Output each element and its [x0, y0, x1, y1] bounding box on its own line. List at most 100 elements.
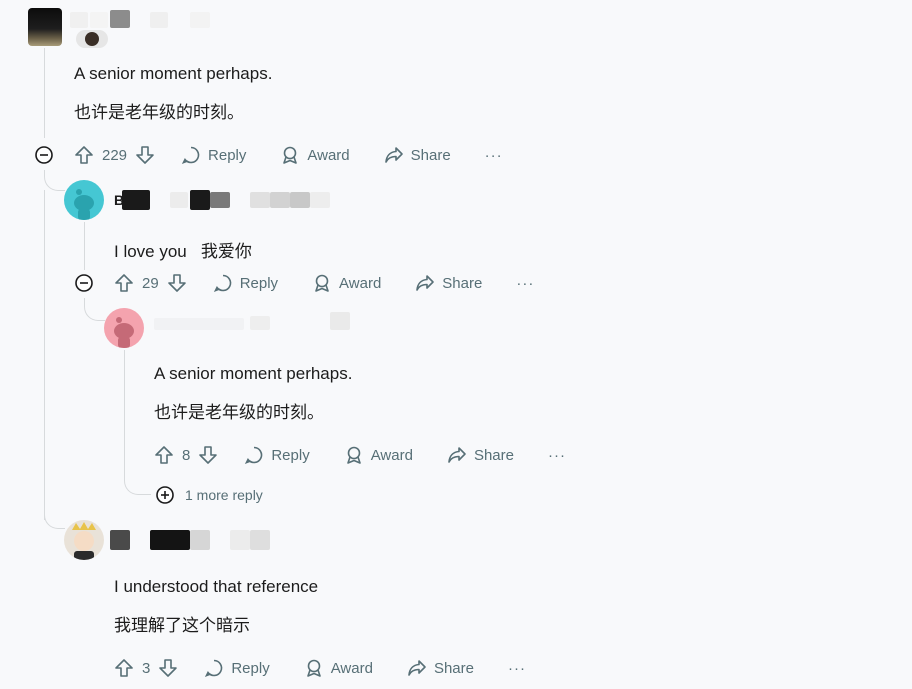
comment-actions: 8 Reply Award Share ···: [154, 443, 566, 467]
reply-button[interactable]: Reply: [213, 273, 278, 293]
character-avatar-icon: [72, 522, 96, 560]
username-redacted: [90, 12, 108, 28]
snoo-avatar-icon: [74, 189, 94, 220]
share-icon: [448, 447, 466, 463]
comment-body-en: I love you 我爱你: [114, 242, 252, 261]
username-redacted: [154, 318, 244, 330]
share-button[interactable]: Share: [447, 445, 514, 465]
comment-body-zh: 我理解了这个暗示: [114, 616, 250, 635]
share-button[interactable]: Share: [407, 658, 474, 678]
vote-group: 29: [114, 273, 187, 293]
reply-button[interactable]: Reply: [181, 145, 246, 165]
reply-button[interactable]: Reply: [204, 658, 270, 678]
award-button[interactable]: Award: [312, 273, 381, 293]
username-redacted: [290, 192, 310, 208]
award-icon: [315, 274, 329, 292]
share-icon: [384, 147, 403, 163]
more-options-icon: ···: [547, 446, 566, 464]
username-redacted: [230, 530, 250, 550]
comment-actions: 29 Reply Award Share ···: [114, 271, 534, 295]
upvote-icon[interactable]: [114, 658, 134, 678]
thread-line-c2: [84, 222, 85, 270]
collapse-thread-button[interactable]: [35, 146, 53, 164]
award-button[interactable]: Award: [280, 145, 350, 165]
username-redacted: [250, 530, 270, 550]
award-icon: [283, 146, 298, 164]
more-options-button[interactable]: ···: [485, 147, 503, 164]
vote-group: 8: [154, 445, 218, 465]
username-redacted: [190, 190, 210, 210]
username-redacted: [70, 12, 88, 28]
share-icon: [408, 660, 426, 676]
award-icon: [346, 446, 361, 464]
username-redacted: [190, 12, 210, 28]
more-options-icon: ···: [507, 659, 526, 677]
vote-count: 8: [182, 446, 191, 464]
reply-button[interactable]: Reply: [244, 445, 310, 465]
more-replies-link[interactable]: 1 more reply: [156, 486, 263, 504]
thread-curve-c3: [84, 298, 105, 321]
comment-actions: 229 Reply Award Share ···: [74, 143, 503, 167]
reply-icon: [213, 274, 231, 292]
award-button[interactable]: Award: [304, 658, 373, 678]
username-redacted: [150, 12, 168, 28]
flair-avatar: [76, 30, 108, 48]
collapse-thread-button[interactable]: [75, 274, 93, 292]
downvote-icon[interactable]: [158, 658, 178, 678]
share-button[interactable]: Share: [384, 145, 451, 165]
vote-group: 3: [114, 658, 178, 678]
vote-count: 3: [142, 659, 151, 677]
vote-count: 229: [102, 146, 128, 164]
downvote-icon[interactable]: [198, 445, 218, 465]
comment-body-en: A senior moment perhaps.: [154, 364, 353, 383]
thread-line-c3: [124, 350, 125, 470]
more-options-button[interactable]: ···: [548, 447, 566, 464]
vote-count: 29: [142, 274, 159, 292]
avatar[interactable]: [64, 520, 104, 560]
username-redacted: [250, 316, 270, 330]
username-redacted: [330, 312, 350, 330]
username-redacted: [310, 192, 330, 208]
thread-line-main-lower: [44, 190, 45, 520]
username-redacted: [210, 192, 230, 208]
reply-icon: [245, 446, 263, 464]
downvote-icon[interactable]: [167, 273, 187, 293]
share-button[interactable]: Share: [415, 273, 482, 293]
thread-line-main: [44, 48, 45, 138]
more-options-button[interactable]: ···: [516, 275, 534, 292]
award-button[interactable]: Award: [344, 445, 413, 465]
avatar[interactable]: [104, 308, 144, 348]
thread-curve-c4: [44, 508, 65, 529]
thread-curve-c2: [44, 170, 65, 191]
username-redacted: [122, 190, 150, 210]
comment-actions: 3 Reply Award Share ···: [114, 656, 526, 680]
snoo-avatar-icon: [114, 317, 134, 348]
comment-body-en: A senior moment perhaps.: [74, 64, 273, 83]
username-redacted: [250, 192, 270, 208]
more-options-button[interactable]: ···: [508, 660, 526, 677]
avatar[interactable]: [28, 8, 62, 46]
downvote-icon[interactable]: [135, 145, 155, 165]
comment-body-zh: 也许是老年级的时刻。: [154, 403, 324, 422]
comment-body-en: I understood that reference: [114, 577, 319, 596]
username-redacted: [170, 192, 188, 208]
reply-icon: [181, 146, 200, 164]
upvote-icon[interactable]: [74, 145, 94, 165]
share-icon: [416, 275, 435, 291]
upvote-icon[interactable]: [154, 445, 174, 465]
username-redacted: [190, 530, 210, 550]
expand-plus-icon: [156, 486, 174, 504]
username-redacted: [110, 10, 130, 28]
more-options-icon: ···: [516, 274, 535, 292]
username-redacted: [270, 192, 290, 208]
comment-body-zh: 也许是老年级的时刻。: [74, 103, 244, 122]
thread-curve-more: [124, 470, 151, 495]
vote-group: 229: [74, 145, 155, 165]
award-icon: [306, 659, 321, 677]
username-redacted: [110, 530, 130, 550]
upvote-icon[interactable]: [114, 273, 134, 293]
more-options-icon: ···: [484, 146, 503, 164]
reply-icon: [205, 659, 223, 677]
username-redacted: [150, 530, 190, 550]
avatar[interactable]: [64, 180, 104, 220]
